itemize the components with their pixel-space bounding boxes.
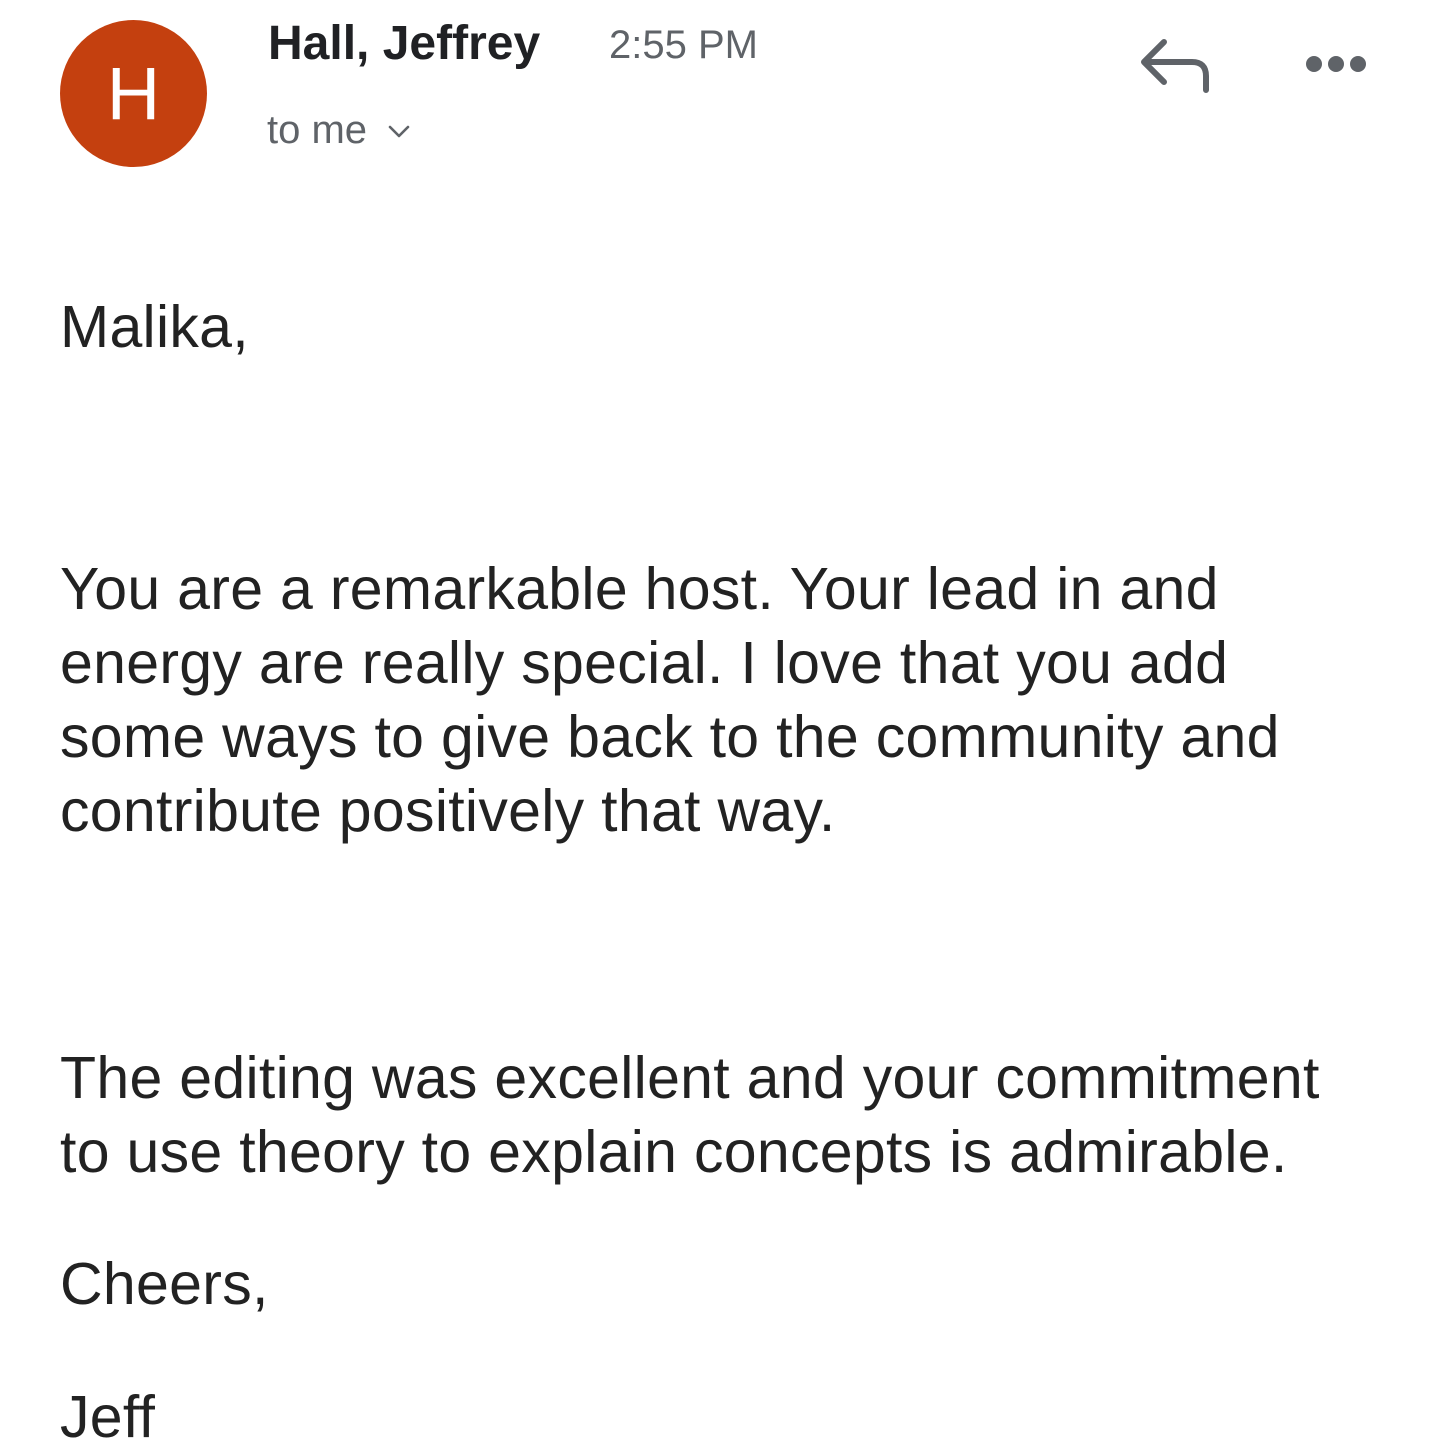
message-signoff: Cheers, [60,1251,269,1317]
message-paragraph-2: The editing was excellent and your commi… [60,1041,1320,1189]
paragraph-line: The editing was excellent and your commi… [60,1045,1320,1111]
message-greeting: Malika, [60,294,249,360]
avatar-letter: H [106,52,161,135]
more-horizontal-icon[interactable] [1300,44,1372,84]
sender-avatar[interactable]: H [60,20,207,167]
message-signature: Jeff [60,1384,156,1440]
paragraph-line: energy are really special. I love that y… [60,630,1229,696]
sender-name[interactable]: Hall, Jeffrey [268,14,540,74]
chevron-down-icon [388,125,410,138]
reply-icon[interactable] [1136,30,1214,96]
paragraph-line: some ways to give back to the community … [60,704,1280,770]
paragraph-line: contribute positively that way. [60,778,836,844]
message-paragraph-1: You are a remarkable host. Your lead in … [60,552,1280,848]
message-timestamp: 2:55 PM [609,23,758,67]
paragraph-line: to use theory to explain concepts is adm… [60,1119,1288,1185]
paragraph-line: You are a remarkable host. Your lead in … [60,556,1219,622]
recipient-label: to me [267,108,368,152]
recipient-details-toggle[interactable]: to me [267,102,411,158]
